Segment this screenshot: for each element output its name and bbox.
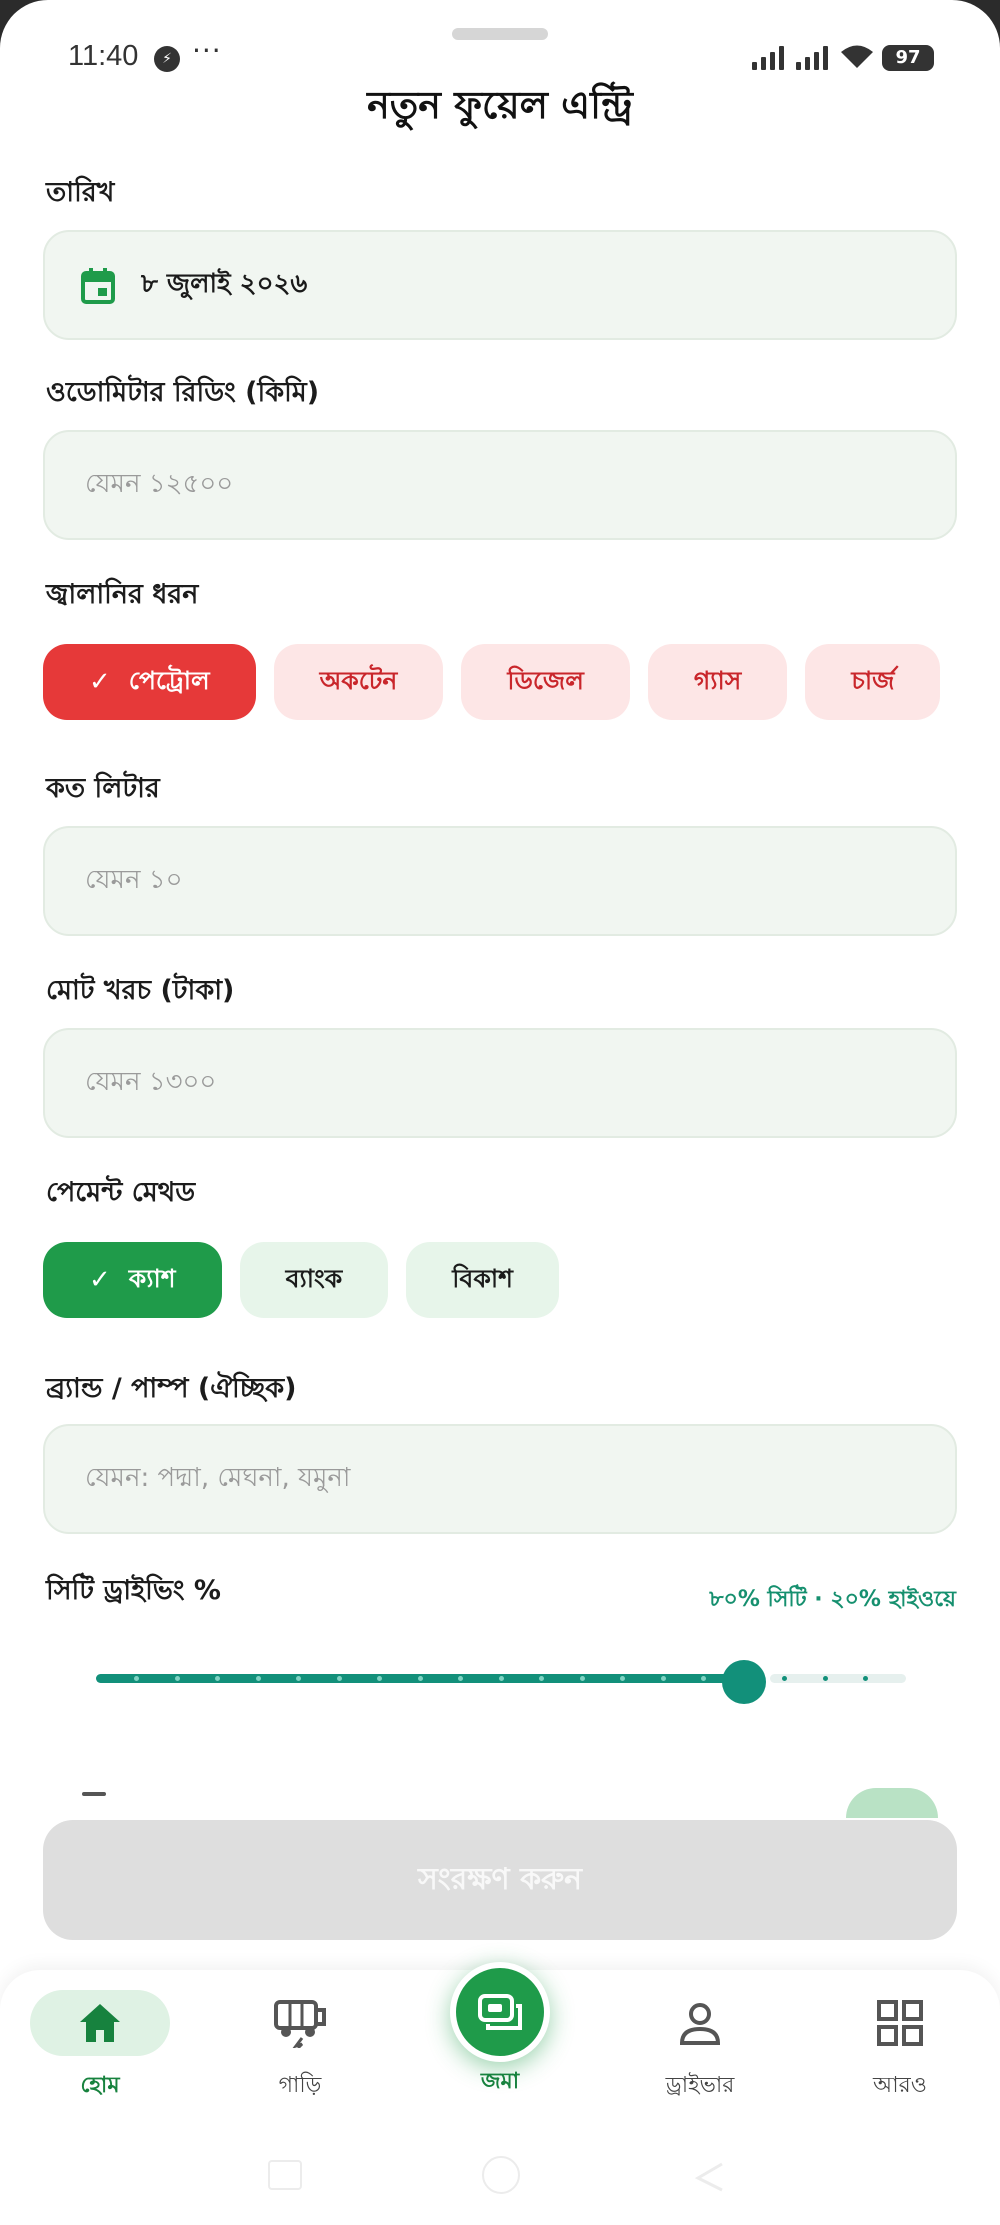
nav-label: গাড়ি [278, 2073, 322, 2098]
payment-method-chips: ✓ ক্যাশ ব্যাংক বিকাশ [43, 1242, 559, 1318]
nav-item-driver[interactable]: ড্রাইভার [620, 1990, 780, 2105]
brand-input[interactable]: যেমন: পদ্মা, মেঘনা, যমুনা [43, 1424, 957, 1534]
slider-step-dot [539, 1676, 544, 1681]
slider-step-dot [701, 1676, 706, 1681]
grid-icon [830, 1990, 970, 2056]
slider-step-dot [174, 1676, 180, 1681]
city-driving-slider[interactable] [96, 1660, 906, 1704]
signal-icon-2 [796, 46, 828, 70]
fuel-chip-label: গ্যাস [693, 665, 742, 695]
slider-step-dot [498, 1676, 504, 1681]
nav-label: জমা [480, 2069, 520, 2094]
nav-label: হোম [80, 2073, 120, 2098]
battery-icon: 97 [882, 45, 934, 71]
date-label: তারিখ [46, 177, 115, 208]
nav-item-home[interactable]: হোম [20, 1990, 180, 2105]
fuel-chip-label: পেট্রোল [128, 665, 210, 695]
recent-apps-icon[interactable] [268, 2160, 302, 2190]
more-notifications-icon: ··· [192, 34, 222, 67]
brand-placeholder: যেমন: পদ্মা, মেঘনা, যমুনা [85, 1463, 351, 1493]
signal-icon [752, 46, 784, 70]
payment-chip-label: বিকাশ [452, 1263, 513, 1293]
slider-step-dot [417, 1676, 423, 1681]
vehicle-icon [230, 1990, 370, 2056]
date-value: ৮ জুলাই ২০২৬ [141, 269, 308, 299]
odometer-placeholder: যেমন ১২৫০০ [85, 469, 234, 499]
slider-track-inactive [770, 1674, 906, 1683]
slider-step-dot [255, 1676, 261, 1681]
total-cost-label: মোট খরচ (টাকা) [46, 975, 235, 1006]
fuel-chip-label: ডিজেল [507, 665, 584, 695]
fuel-chip-diesel[interactable]: ডিজেল [461, 644, 630, 720]
slider-step-dot [782, 1676, 787, 1681]
fuel-chip-gas[interactable]: গ্যাস [647, 644, 788, 720]
city-driving-summary: ৮০% সিটি · ২০% হাইওয়ে [709, 1587, 956, 1612]
page-title: নতুন ফুয়েল এন্ট্রি [367, 83, 633, 127]
slider-step-dot [863, 1676, 868, 1681]
slider-step-dot [458, 1676, 463, 1681]
nav-label: আরও [873, 2073, 927, 2098]
odometer-label: ওডোমিটার রিডিং (কিমি) [46, 377, 320, 408]
payment-chip-bkash[interactable]: বিকাশ [406, 1242, 559, 1318]
liters-placeholder: যেমন ১০ [85, 865, 183, 895]
nav-item-deposit[interactable]: জমা [440, 1962, 560, 2101]
city-driving-label: সিটি ড্রাইভিং % [46, 1575, 221, 1606]
sheet-grab-handle[interactable] [452, 28, 548, 40]
slider-step-dot [822, 1676, 828, 1681]
nav-item-vehicle[interactable]: গাড়ি [220, 1990, 380, 2105]
slider-step-dot [620, 1676, 625, 1681]
slider-step-dot [660, 1676, 666, 1681]
next-field-peek [82, 1792, 106, 1796]
status-time: 11:40 [68, 40, 139, 72]
slider-step-dot [215, 1676, 220, 1681]
messenger-icon: ⚡ [154, 46, 180, 72]
save-button[interactable]: সংরক্ষণ করুন [43, 1820, 957, 1940]
slider-step-dot [579, 1676, 585, 1681]
fuel-type-label: জ্বালানির ধরন [46, 579, 199, 610]
deposit-icon [450, 1962, 550, 2062]
back-icon[interactable] [692, 2160, 726, 2194]
fuel-type-chips: ✓ পেট্রোল অকটেন ডিজেল গ্যাস চার্জ [43, 644, 941, 720]
slider-thumb[interactable] [722, 1660, 766, 1704]
total-cost-placeholder: যেমন ১৩০০ [85, 1067, 217, 1097]
bottom-nav: হোম গাড়ি জমা ড্রাইভার আরও [0, 1962, 1000, 2130]
nav-label: ড্রাইভার [665, 2073, 735, 2098]
person-icon [630, 1990, 770, 2056]
status-bar: 11:40 ⚡ ··· 97 [0, 34, 1000, 80]
nav-item-more[interactable]: আরও [820, 1990, 980, 2105]
date-field[interactable]: ৮ জুলাই ২০২৬ [43, 230, 957, 340]
slider-step-dot [134, 1676, 139, 1681]
next-toggle-peek [846, 1788, 938, 1818]
fuel-chip-label: অকটেন [319, 665, 398, 695]
fuel-chip-charge[interactable]: চার্জ [805, 644, 941, 720]
slider-step-dot [296, 1676, 301, 1681]
fuel-chip-octane[interactable]: অকটেন [273, 644, 444, 720]
fuel-entry-sheet: 11:40 ⚡ ··· 97 নতুন ফুয়েল এন্ট্রি তারিখ… [0, 0, 1000, 2225]
system-nav-bar [0, 2130, 1000, 2225]
slider-step-dot [377, 1676, 382, 1681]
fuel-chip-petrol[interactable]: ✓ পেট্রোল [43, 644, 256, 720]
payment-chip-bank[interactable]: ব্যাংক [239, 1242, 389, 1318]
payment-chip-cash[interactable]: ✓ ক্যাশ [43, 1242, 222, 1318]
total-cost-input[interactable]: যেমন ১৩০০ [43, 1028, 957, 1138]
payment-method-label: পেমেন্ট মেথড [46, 1177, 196, 1208]
payment-chip-label: ব্যাংক [285, 1263, 343, 1293]
home-button-icon[interactable] [482, 2156, 520, 2194]
check-icon: ✓ [89, 1265, 111, 1295]
payment-chip-label: ক্যাশ [128, 1263, 176, 1293]
wifi-icon [841, 45, 873, 68]
brand-label: ব্র্যান্ড / পাম্প (ঐচ্ছিক) [46, 1373, 297, 1404]
liters-label: কত লিটার [46, 773, 160, 804]
home-icon [30, 1990, 170, 2056]
liters-input[interactable]: যেমন ১০ [43, 826, 957, 936]
calendar-icon [81, 268, 115, 304]
odometer-input[interactable]: যেমন ১২৫০০ [43, 430, 957, 540]
slider-step-dot [336, 1676, 342, 1681]
check-icon: ✓ [89, 667, 111, 697]
fuel-chip-label: চার্জ [851, 665, 895, 695]
